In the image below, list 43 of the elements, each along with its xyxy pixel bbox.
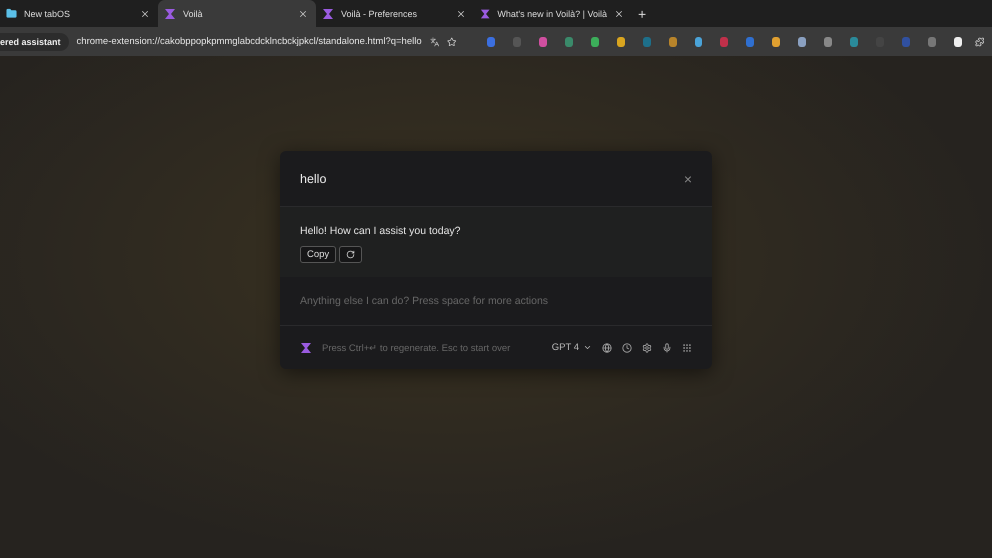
model-dropdown[interactable]: GPT 4 xyxy=(552,342,592,353)
tab-title: What's new in Voilà? | Voilà xyxy=(497,8,607,18)
extension-icon[interactable] xyxy=(616,36,625,46)
hint-text: Press Ctrl+↵ to regenerate. Esc to start over xyxy=(322,342,512,354)
extension-icon[interactable] xyxy=(590,36,599,46)
close-icon[interactable] xyxy=(298,8,308,18)
answer-text: Hello! How can I assist you today? xyxy=(300,225,462,237)
extension-icon[interactable] xyxy=(798,36,806,46)
hourglass-icon xyxy=(164,8,176,20)
star-icon[interactable] xyxy=(447,36,457,48)
browser-tab[interactable]: Voilà xyxy=(158,0,316,27)
clock-icon[interactable] xyxy=(622,342,632,352)
extension-icon[interactable] xyxy=(954,36,962,46)
input-field[interactable]: Anything else I can do? Press space for more actions xyxy=(280,277,712,326)
regenerate-button[interactable] xyxy=(339,246,362,263)
tab-title: Voilà - Preferences xyxy=(341,8,418,18)
microphone-icon[interactable] xyxy=(662,342,672,352)
browser-tab[interactable]: Voilà - Preferences xyxy=(316,0,474,27)
puzzle-icon[interactable] xyxy=(974,36,984,48)
copy-button[interactable]: Copy xyxy=(300,246,336,263)
address-field[interactable]: chrome-extension://cakobppopkpmmglabcdcklncbckjpkcl/standalone.html?q=hello xyxy=(76,36,422,47)
close-icon[interactable] xyxy=(456,8,466,18)
close-button[interactable]: × xyxy=(684,170,692,186)
refresh-icon xyxy=(346,250,356,259)
extension-icon[interactable] xyxy=(694,36,702,46)
globe-icon[interactable] xyxy=(602,342,612,352)
caret-icon xyxy=(583,343,592,352)
tab-title: Voilà xyxy=(183,8,204,18)
browser-tab[interactable]: What's new in Voilà? | Voilà xyxy=(474,0,632,27)
extension-icon[interactable] xyxy=(772,36,780,46)
close-icon[interactable] xyxy=(614,8,624,18)
folder-icon xyxy=(6,8,17,19)
hourglass-icon xyxy=(480,8,490,20)
query-text: hello xyxy=(300,172,326,186)
tab-title: New tabOS xyxy=(24,8,72,18)
hourglass-icon xyxy=(300,342,312,354)
browser-tab[interactable]: New tabOS xyxy=(0,0,158,27)
new-tab-button[interactable]: + xyxy=(632,0,652,27)
hourglass-icon xyxy=(322,8,334,20)
close-icon[interactable] xyxy=(140,8,150,18)
settings-icon[interactable] xyxy=(642,342,652,352)
grid-icon[interactable] xyxy=(682,342,692,352)
site-chip[interactable]: ered assistant xyxy=(0,32,69,50)
